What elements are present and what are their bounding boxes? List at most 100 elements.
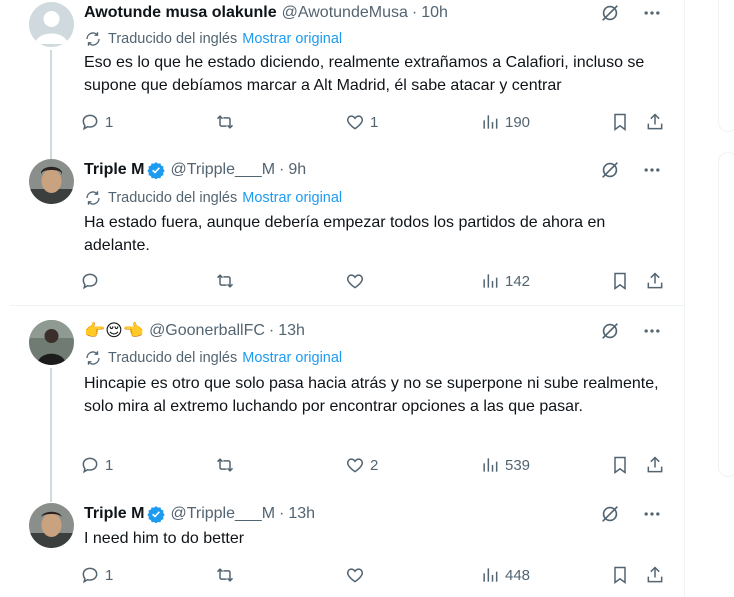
more-icon[interactable] [641,2,663,24]
user-handle[interactable]: @AwotundeMusa [282,4,408,22]
like-button[interactable] [345,271,370,291]
bookmark-button[interactable] [610,565,630,585]
share-icon [647,113,663,130]
translation-note: Traducido del inglés Mostrar original [84,188,342,208]
retweet-icon [216,458,234,472]
reply-icon [82,114,98,131]
tweet-3[interactable]: 👉😌👈 @GoonerballFC · 13h Traducido del in… [10,306,685,502]
separator-dot: · [279,505,285,522]
bookmark-icon [614,272,626,290]
view-count: 190 [505,113,531,131]
translate-icon [84,349,102,367]
like-icon [346,115,364,130]
show-original-link[interactable]: Mostrar original [242,190,342,206]
translation-note: Traducido del inglés Mostrar original [84,348,342,368]
translated-label: Traducido del inglés [108,31,238,47]
retweet-button[interactable] [215,112,240,132]
tweet-header: Triple M @Tripple___M · 13h [84,503,315,525]
like-button[interactable]: 1 [345,112,378,132]
user-handle[interactable]: @GoonerballFC [149,322,265,340]
share-button[interactable] [645,565,665,585]
translation-note: Traducido del inglés Mostrar original [84,29,342,49]
bookmark-icon [614,113,626,131]
like-icon [346,274,364,289]
reply-count: 1 [105,566,114,584]
share-button[interactable] [645,271,665,291]
tweet-text: Eso es lo que he estado diciendo, realme… [84,54,645,94]
avatar[interactable] [29,159,74,204]
tweet-text: Ha estado fuera, aunque debería empezar … [84,214,606,254]
separator-dot: · [268,322,275,339]
grok-slash-icon[interactable] [599,159,621,181]
reply-button[interactable] [80,271,105,291]
more-icon[interactable] [641,320,663,342]
grok-slash-icon[interactable] [599,2,621,24]
views-button[interactable]: 448 [480,565,530,585]
action-bar: 142 [80,271,670,293]
more-icon[interactable] [641,159,663,181]
reply-feed: Awotunde musa olakunle @AwotundeMusa · 1… [10,0,685,597]
display-name[interactable]: Awotunde musa olakunle [84,4,277,22]
avatar[interactable] [29,320,74,365]
timestamp[interactable]: 13h [288,505,315,523]
tweet-2[interactable]: Triple M @Tripple___M · 9h Traducido del… [10,150,685,306]
reply-button[interactable]: 1 [80,112,113,132]
tweet-4[interactable]: Triple M @Tripple___M · 13h I need him t… [10,492,685,597]
thread-line [50,368,52,502]
views-button[interactable]: 539 [480,455,530,475]
bookmark-button[interactable] [610,271,630,291]
user-handle[interactable]: @Tripple___M [170,161,275,179]
reply-count: 1 [105,456,114,474]
view-count: 448 [505,566,531,584]
grok-slash-icon[interactable] [599,503,621,525]
views-icon [483,274,498,288]
bookmark-button[interactable] [610,455,630,475]
avatar[interactable] [29,2,74,47]
timestamp[interactable]: 10h [421,4,448,22]
sidebar-card [718,152,734,477]
verified-badge-icon [147,161,166,179]
retweet-button[interactable] [215,565,240,585]
display-name[interactable]: Triple M [84,161,144,179]
bookmark-button[interactable] [610,112,630,132]
share-button[interactable] [645,112,665,132]
tweet-text: I need him to do better [84,530,245,547]
tweet-header: Triple M @Tripple___M · 9h [84,159,306,181]
display-name-emojis[interactable]: 👉😌👈 [84,321,144,341]
retweet-button[interactable] [215,455,240,475]
show-original-link[interactable]: Mostrar original [242,31,342,47]
action-bar: 1 1 190 [80,112,670,134]
tweet-header: 👉😌👈 @GoonerballFC · 13h [84,320,305,342]
views-button[interactable]: 142 [480,271,530,291]
share-icon [647,272,663,289]
like-count: 1 [370,113,379,131]
translated-label: Traducido del inglés [108,190,238,206]
thread-line [50,50,52,160]
show-original-link[interactable]: Mostrar original [242,350,342,366]
translated-label: Traducido del inglés [108,350,238,366]
like-icon [346,458,364,473]
action-bar: 1 448 [80,565,670,587]
grok-slash-icon[interactable] [599,320,621,342]
views-button[interactable]: 190 [480,112,530,132]
timestamp[interactable]: 13h [278,322,305,340]
more-icon[interactable] [641,503,663,525]
retweet-icon [216,115,234,129]
view-count: 539 [505,456,531,474]
display-name[interactable]: Triple M [84,505,144,523]
retweet-button[interactable] [215,271,240,291]
like-button[interactable] [345,565,370,585]
share-button[interactable] [645,455,665,475]
translate-icon [84,30,102,48]
timestamp[interactable]: 9h [288,161,306,179]
separator-dot: · [411,4,418,21]
tweet-1[interactable]: Awotunde musa olakunle @AwotundeMusa · 1… [10,0,685,160]
avatar[interactable] [29,503,74,548]
reply-button[interactable]: 1 [80,565,113,585]
sidebar-card [718,0,734,132]
like-button[interactable]: 2 [345,455,378,475]
reply-button[interactable]: 1 [80,455,113,475]
views-icon [483,568,498,582]
user-handle[interactable]: @Tripple___M [170,505,275,523]
reply-icon [82,457,98,474]
